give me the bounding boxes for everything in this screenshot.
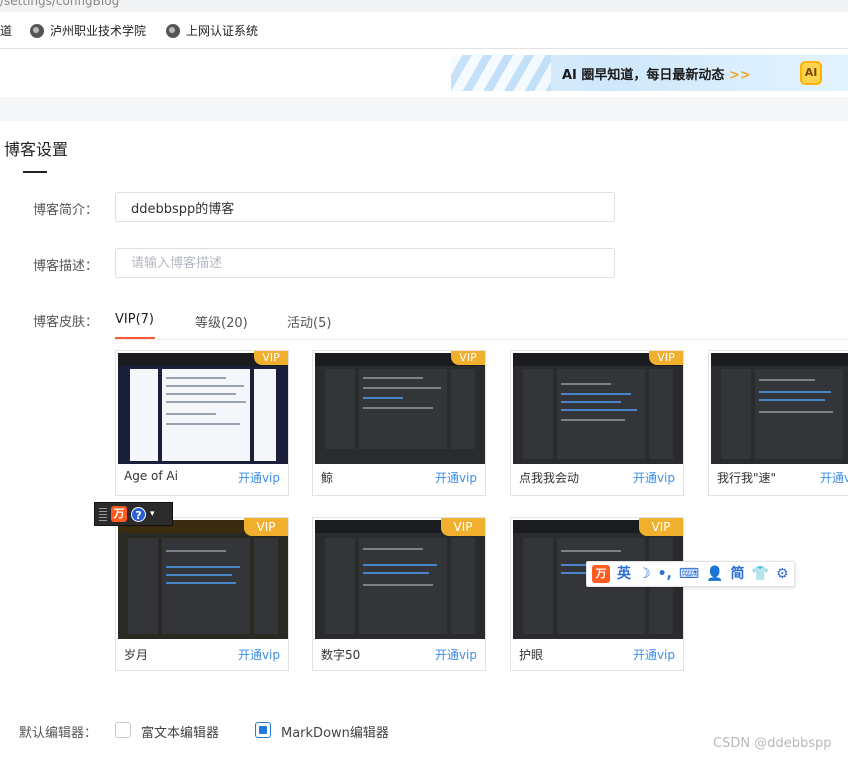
banner-headline: AI 圈早知道，每日最新动态 — [562, 68, 725, 83]
skin-preview-image — [711, 353, 848, 464]
ai-news-banner[interactable]: AI 圈早知道，每日最新动态 >> AI — [451, 55, 848, 91]
skin-card-whale[interactable]: VIP 鲸 开通vip — [312, 350, 486, 496]
desc-input[interactable] — [115, 248, 615, 278]
expand-arrow-icon[interactable]: ▾ — [150, 509, 155, 519]
skin-preview-image — [315, 520, 485, 639]
moon-icon[interactable]: ☽ — [638, 565, 651, 583]
open-vip-link[interactable]: 开通vip — [820, 469, 848, 486]
globe-icon — [166, 23, 180, 38]
open-vip-link[interactable]: 开通vip — [238, 469, 280, 486]
address-bar[interactable]: /settings/configBlog — [0, 0, 848, 12]
skin-name: 鲸 — [321, 471, 334, 485]
rich-text-editor-radio[interactable] — [115, 722, 131, 738]
ime-status-bar[interactable]: 万 英 ☽ •, ⌨ 👤 简 👕 ⚙ — [586, 561, 795, 587]
skin-card-years[interactable]: VIP 岁月 开通vip — [115, 517, 289, 671]
help-icon[interactable]: ? — [131, 506, 146, 522]
page-title: 博客设置 — [4, 140, 69, 159]
banner-decoration — [451, 55, 551, 91]
open-vip-link[interactable]: 开通vip — [238, 646, 280, 663]
skin-card-animated[interactable]: VIP 点我我会动 开通vip — [510, 350, 684, 496]
ime-logo-icon[interactable]: 万 — [111, 506, 127, 522]
ai-badge-icon: AI — [800, 61, 822, 85]
ime-floating-toolbar[interactable]: 万 ? ▾ — [94, 502, 173, 526]
skin-card-age-of-ai[interactable]: VIP Age of Ai 开通vip — [115, 350, 289, 496]
drag-handle-icon[interactable] — [99, 507, 107, 521]
open-vip-link[interactable]: 开通vip — [435, 646, 477, 663]
vip-badge: VIP — [244, 518, 288, 536]
skin-preview-image — [513, 353, 683, 464]
vip-badge: VIP — [254, 351, 288, 365]
tab-activity[interactable]: 活动(5) — [287, 312, 331, 331]
vip-badge: VIP — [441, 518, 485, 536]
user-icon[interactable]: 👤 — [706, 565, 723, 583]
skin-shirt-icon[interactable]: 👕 — [752, 565, 769, 583]
page-divider — [0, 97, 848, 121]
intro-input[interactable] — [115, 192, 615, 222]
site-header: AI 圈早知道，每日最新动态 >> AI — [0, 49, 848, 97]
skin-name: Age of Ai — [124, 469, 178, 483]
punctuation-icon[interactable]: •, — [658, 565, 672, 583]
vip-badge: VIP — [639, 518, 683, 536]
keyboard-icon[interactable]: ⌨ — [679, 565, 699, 583]
open-vip-link[interactable]: 开通vip — [633, 646, 675, 663]
bookmark-item[interactable]: 上网认证系统 — [166, 22, 258, 39]
bookmark-label: 泸州职业技术学院 — [50, 24, 147, 38]
desc-label: 博客描述： — [33, 259, 99, 274]
skin-preview-image — [315, 353, 485, 464]
vip-badge: VIP — [451, 351, 485, 365]
editor-label: 默认编辑器： — [19, 726, 98, 741]
skin-label: 博客皮肤： — [33, 315, 99, 330]
bookmarks-bar: 道 泸州职业技术学院 上网认证系统 — [0, 12, 848, 49]
vip-badge: VIP — [649, 351, 683, 365]
csdn-watermark: CSDN @ddebbspp — [713, 736, 832, 751]
markdown-editor-radio[interactable] — [255, 722, 271, 738]
url-text: /settings/configBlog — [0, 0, 120, 8]
globe-icon — [30, 23, 44, 38]
skin-name: 数字50 — [321, 648, 361, 662]
banner-arrow-icon: >> — [728, 68, 751, 83]
open-vip-link[interactable]: 开通vip — [435, 469, 477, 486]
active-tab-indicator — [115, 337, 155, 339]
skin-card-digital-50[interactable]: VIP 数字50 开通vip — [312, 517, 486, 671]
skin-tabs: VIP(7) 等级(20) 活动(5) — [115, 304, 848, 340]
tab-level[interactable]: 等级(20) — [195, 312, 248, 331]
bookmark-label: 道 — [0, 24, 13, 38]
skin-preview-image — [118, 353, 288, 464]
simplified-chinese-toggle[interactable]: 简 — [731, 565, 745, 583]
skin-name: 岁月 — [124, 648, 149, 662]
title-underline — [23, 171, 47, 173]
markdown-editor-label[interactable]: MarkDown编辑器 — [281, 722, 389, 741]
skin-name: 护眼 — [519, 648, 544, 662]
intro-label: 博客简介： — [33, 203, 99, 218]
ime-logo-icon[interactable]: 万 — [592, 565, 610, 583]
open-vip-link[interactable]: 开通vip — [633, 469, 675, 486]
rich-text-editor-label[interactable]: 富文本编辑器 — [141, 722, 219, 741]
english-mode-toggle[interactable]: 英 — [617, 565, 631, 583]
banner-text: AI 圈早知道，每日最新动态 >> — [562, 64, 751, 83]
bookmark-item[interactable]: 道 — [0, 22, 12, 39]
settings-gear-icon[interactable]: ⚙ — [776, 565, 789, 583]
skin-name: 点我我会动 — [519, 471, 580, 485]
bookmark-label: 上网认证系统 — [186, 24, 259, 38]
bookmark-item[interactable]: 泸州职业技术学院 — [30, 22, 146, 39]
skin-preview-image — [118, 520, 288, 639]
skin-card-speed[interactable]: 我行我"速" 开通vip — [708, 350, 848, 496]
tab-vip[interactable]: VIP(7) — [115, 312, 154, 327]
skin-card-eye-care[interactable]: VIP 护眼 开通vip — [510, 517, 684, 671]
skin-name: 我行我"速" — [717, 471, 777, 485]
